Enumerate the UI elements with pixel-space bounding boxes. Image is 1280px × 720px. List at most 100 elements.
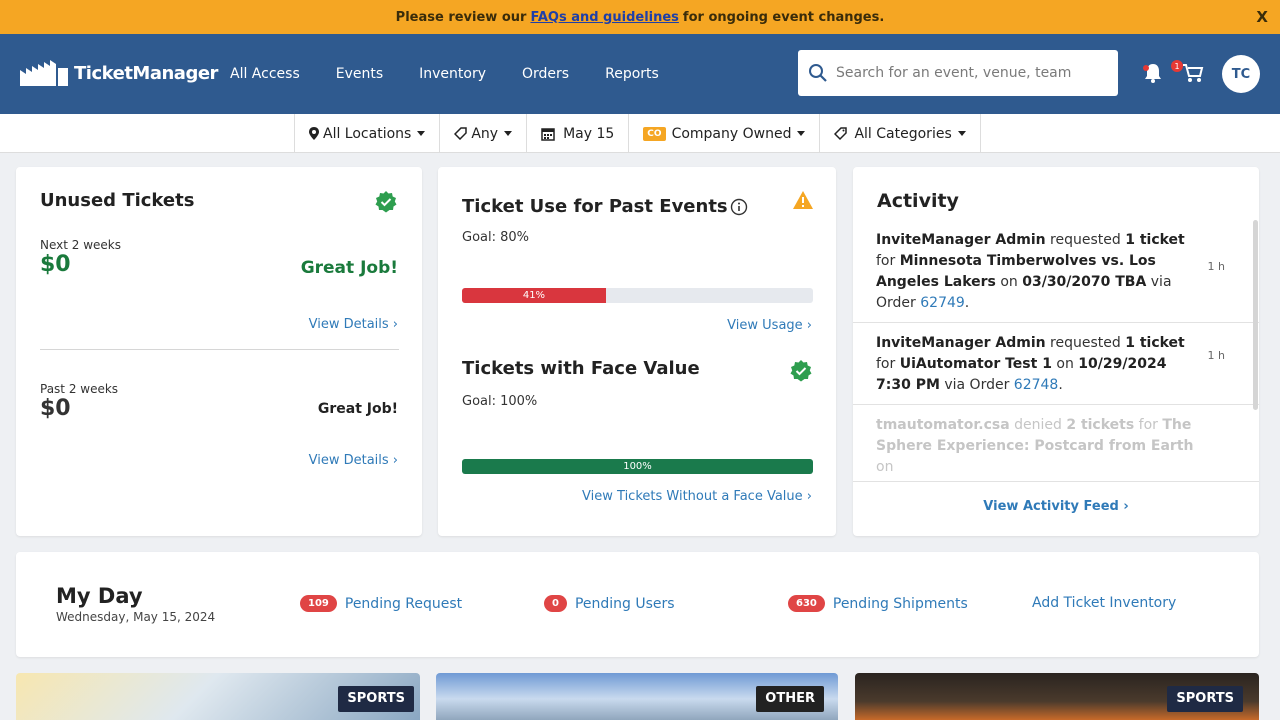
view-usage-link[interactable]: View Usage › [727, 318, 812, 333]
face-value-title: Tickets with Face Value [462, 358, 700, 379]
category-filter-label: All Categories [854, 125, 952, 142]
pending-shipments-count: 630 [788, 595, 825, 612]
nav-inventory[interactable]: Inventory [419, 66, 486, 82]
company-owned-badge: CO [643, 126, 666, 141]
activity-time: 1 h [1207, 260, 1225, 273]
past-2-weeks-label: Past 2 weeks [40, 382, 119, 396]
view-details-past-link[interactable]: View Details › [309, 453, 398, 468]
pending-users-link[interactable]: 0 Pending Users [544, 595, 675, 612]
warning-icon [793, 191, 813, 209]
category-tag: SPORTS [338, 686, 414, 712]
nav-reports[interactable]: Reports [605, 66, 659, 82]
faq-link[interactable]: FAQs and guidelines [530, 10, 678, 25]
date-filter-label: May 15 [563, 125, 615, 142]
past-2-weeks-status: Great Job! [317, 401, 398, 417]
type-filter-label: Any [471, 125, 499, 142]
main-nav: All Access Events Inventory Orders Repor… [230, 34, 695, 114]
event-tile[interactable]: SPORTS [855, 673, 1259, 720]
pending-shipments-link[interactable]: 630 Pending Shipments [788, 595, 968, 612]
pending-request-link[interactable]: 109 Pending Request [300, 595, 462, 612]
next-2-weeks-status: Great Job! [300, 258, 398, 278]
activity-list[interactable]: InviteManager Admin requested 1 ticket f… [853, 220, 1259, 482]
add-ticket-inventory-label: Add Ticket Inventory [1032, 595, 1177, 611]
banner-text-prefix: Please review our [395, 9, 527, 25]
view-details-next-link[interactable]: View Details › [309, 317, 398, 332]
face-value-progress-bar: 100% [462, 459, 813, 474]
nav-orders[interactable]: Orders [522, 66, 569, 82]
category-tag: OTHER [756, 686, 824, 712]
event-tile[interactable]: OTHER [436, 673, 838, 720]
category-tag: SPORTS [1167, 686, 1243, 712]
my-day-date: Wednesday, May 15, 2024 [56, 610, 216, 624]
tags-icon [834, 126, 848, 140]
verified-check-icon [375, 191, 397, 213]
ticket-use-title: Ticket Use for Past Events [462, 196, 728, 217]
unused-tickets-title: Unused Tickets [40, 190, 195, 211]
pending-request-count: 109 [300, 595, 337, 612]
location-filter[interactable]: All Locations [294, 114, 439, 153]
order-link[interactable]: 62749 [920, 295, 965, 311]
view-tickets-without-face-value-link[interactable]: View Tickets Without a Face Value › [582, 489, 812, 504]
nav-events[interactable]: Events [336, 66, 383, 82]
activity-time: 1 h [1207, 349, 1225, 362]
filter-bar: All Locations Any May 15 CO Company Owne… [0, 114, 1280, 153]
divider [853, 481, 1259, 482]
pending-users-label: Pending Users [574, 595, 675, 612]
notification-dot [1143, 65, 1149, 71]
my-day-title: My Day [56, 584, 143, 608]
search-input[interactable] [836, 65, 1106, 81]
chevron-down-icon [957, 131, 966, 136]
view-activity-feed-link[interactable]: View Activity Feed › [853, 499, 1259, 514]
info-icon[interactable] [730, 198, 748, 216]
face-value-goal: Goal: 100% [462, 394, 538, 409]
divider [40, 349, 399, 350]
cart-count-badge: 1 [1171, 60, 1183, 72]
ticket-tag-icon [454, 127, 468, 140]
event-tile[interactable]: SPORTS [16, 673, 420, 720]
add-ticket-inventory-link[interactable]: Add Ticket Inventory [1032, 595, 1176, 611]
banner-text-suffix: for ongoing event changes. [682, 9, 885, 25]
ticket-use-card: Ticket Use for Past Events Goal: 80% 41%… [438, 167, 836, 536]
activity-item: InviteManager Admin requested 1 ticket f… [853, 220, 1259, 323]
type-filter[interactable]: Any [439, 114, 526, 153]
usage-goal: Goal: 80% [462, 230, 530, 245]
user-avatar[interactable]: TC [1222, 55, 1260, 93]
past-2-weeks-value: $0 [40, 396, 71, 421]
activity-title: Activity [877, 190, 959, 212]
activity-card: Activity InviteManager Admin requested 1… [853, 167, 1259, 536]
date-filter[interactable]: May 15 [526, 114, 628, 153]
next-2-weeks-value: $0 [40, 252, 71, 277]
chevron-down-icon [504, 131, 513, 136]
activity-scrollbar[interactable] [1253, 220, 1258, 410]
pending-shipments-label: Pending Shipments [832, 595, 968, 612]
usage-progress-bar: 41% [462, 288, 813, 303]
owner-filter-label: Company Owned [671, 125, 792, 142]
banner-close-button[interactable]: X [1256, 8, 1268, 26]
location-filter-label: All Locations [323, 125, 412, 142]
usage-progress-fill: 41% [462, 288, 606, 303]
activity-item: InviteManager Admin requested 1 ticket f… [853, 323, 1259, 405]
top-header: TicketManager All Access Events Inventor… [0, 34, 1280, 114]
logo-text: TicketManager [74, 62, 218, 84]
face-value-progress-fill: 100% [462, 459, 813, 474]
verified-check-icon [790, 360, 812, 382]
owner-filter[interactable]: CO Company Owned [628, 114, 819, 153]
category-filter[interactable]: All Categories [819, 114, 981, 153]
cart-icon[interactable] [1182, 62, 1204, 84]
next-2-weeks-label: Next 2 weeks [40, 238, 121, 252]
announcement-banner: Please review our FAQs and guidelines fo… [0, 0, 1280, 34]
activity-item: tmautomator.csa denied 2 tickets for The… [853, 405, 1259, 482]
chevron-down-icon [417, 131, 426, 136]
ticketmanager-logo[interactable]: TicketManager [18, 58, 218, 88]
search-box [798, 50, 1118, 96]
map-pin-icon [309, 127, 319, 140]
ticket-use-title-row: Ticket Use for Past Events [462, 196, 748, 217]
search-icon [809, 64, 827, 82]
nav-all-access[interactable]: All Access [230, 66, 300, 82]
calendar-icon [541, 127, 555, 141]
pending-request-label: Pending Request [344, 595, 463, 612]
order-link[interactable]: 62748 [1014, 377, 1059, 393]
pending-users-count: 0 [544, 595, 567, 612]
chevron-down-icon [797, 131, 806, 136]
logo-icon [20, 60, 68, 86]
